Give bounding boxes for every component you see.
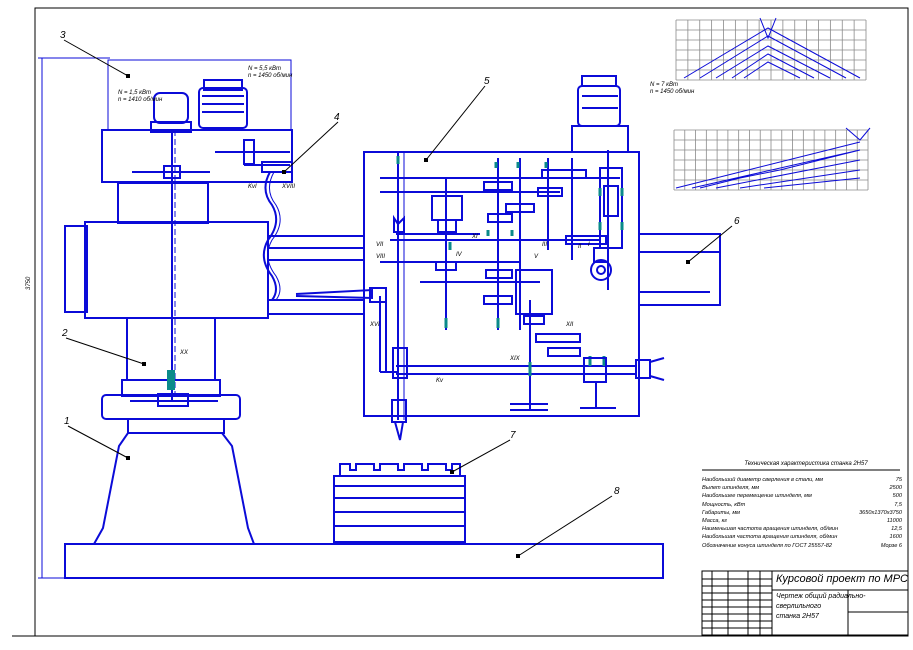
speed-graph-bottom (673, 127, 871, 191)
spindle-motor (577, 85, 621, 127)
tech-table-label: Наибольшая частота вращения шпинделя, об… (702, 534, 838, 541)
tech-table-row: Мощность, кВт 7,5 (702, 501, 902, 509)
title-block-title: Курсовой проект по МРС (776, 573, 908, 585)
motor-note-1-line2: n = 1410 об/мин (118, 97, 163, 103)
motor-note-2-line1: N = 5,5 кВт (248, 66, 281, 72)
tech-table-value: 7,5 (894, 501, 902, 508)
tech-table-label: Наибольший диаметр сверления в стали, мм (702, 477, 824, 483)
title-block-subtitle-3: станка 2Н57 (776, 613, 819, 620)
shaft-label-iii: III (542, 242, 547, 248)
tech-table-row: Наибольший диаметр сверления в стали, мм… (702, 476, 902, 484)
title-block-subtitle-2: сверлильного (776, 603, 822, 610)
shaft-label-xix: XIX (509, 356, 521, 362)
tech-table-label: Обозначение конуса шпинделя по ГОСТ 2555… (702, 542, 832, 549)
tech-table-value: 500 (892, 493, 902, 500)
shaft-label-xi: XI (471, 234, 478, 240)
shaft-label-xvi: XVI (369, 322, 380, 328)
callout-6: 6 (734, 216, 740, 227)
tech-table-row: Наибольшая частота вращения шпинделя, об… (702, 533, 902, 541)
height-dimension-text: 3750 (26, 276, 32, 290)
title-block-subtitle-1: Чертеж общий радиально- (776, 593, 866, 600)
tech-table-label: Габариты, мм (702, 509, 741, 516)
tech-table-value: 12,5 (891, 526, 902, 533)
tech-table-value: Морзе 6 (880, 542, 902, 549)
tech-table-label: Наименьшая частота вращения шпинделя, об… (702, 526, 839, 533)
tech-table-value: 3650х1370х3750 (859, 509, 902, 516)
tech-table-value: 75 (895, 477, 902, 483)
tech-table-label: Наибольшее перемещение шпинделя, мм (702, 493, 812, 500)
drawing-sheet: 3750 3 4 5 6 2 1 7 8 N = 1,5 кВт n = 141… (0, 0, 913, 650)
shaft-label-xviii: XVIII (281, 184, 295, 190)
tech-table-row: Наименьшая частота вращения шпинделя, об… (702, 525, 902, 533)
tech-table-row: Обозначение конуса шпинделя по ГОСТ 2555… (702, 542, 902, 550)
speed-graph-top (675, 17, 867, 81)
tech-table-row: Вылет шпинделя, мм 2500 (702, 484, 902, 492)
callout-8: 8 (614, 486, 620, 497)
tech-table: Техническая характеристика станка 2Н57 Н… (702, 461, 902, 550)
shaft-label-kv: Kv (436, 378, 444, 384)
motor-note-3-line2: n = 1450 об/мин (650, 89, 695, 95)
motor-note-1-line1: N = 1,5 кВт (118, 90, 151, 96)
callout-1: 1 (64, 416, 70, 427)
tech-table-row: Масса, кг 11000 (702, 517, 902, 525)
tech-table-heading: Техническая характеристика станка 2Н57 (744, 461, 868, 467)
motor-note-3-line1: N = 7 кВт (650, 82, 678, 88)
callout-5: 5 (484, 76, 490, 87)
callout-7: 7 (510, 430, 516, 441)
tech-table-value: 1600 (889, 534, 902, 541)
callout-2: 2 (61, 328, 68, 339)
shaft-label-viii: VIII (376, 254, 385, 260)
callout-3: 3 (60, 30, 66, 41)
machine-drawing: 3750 3 4 5 6 2 1 7 8 N = 1,5 кВт n = 141… (12, 7, 909, 637)
sleeve-housing (84, 221, 269, 319)
tech-table-label: Мощность, кВт (702, 501, 746, 508)
column-pedestal (92, 432, 256, 545)
arm-guide (639, 233, 721, 306)
shaft-label-kvi: KvI (248, 184, 257, 190)
shaft-label-ii: II (578, 244, 582, 250)
tech-table-label: Масса, кг (702, 518, 728, 525)
base-plate (64, 543, 664, 579)
tech-table-value: 11000 (886, 518, 902, 525)
motor-note-2-line2: n = 1450 об/мин (248, 73, 293, 79)
shaft-label-xii: XII (565, 322, 574, 328)
tech-table-label: Вылет шпинделя, мм (702, 485, 760, 492)
drill-bit (393, 421, 405, 441)
shaft-label-iv: IV (456, 252, 463, 258)
shaft-label-xx: XX (179, 350, 189, 356)
tech-table-value: 2500 (889, 485, 902, 492)
shaft-label-v: V (534, 254, 539, 260)
main-motor (198, 87, 248, 129)
shaft-label-vii: VII (376, 242, 384, 248)
tech-table-row: Наибольшее перемещение шпинделя, мм 500 (702, 492, 902, 500)
callout-4: 4 (334, 112, 340, 123)
tech-table-row: Габариты, мм 3650х1370х3750 (702, 509, 902, 517)
